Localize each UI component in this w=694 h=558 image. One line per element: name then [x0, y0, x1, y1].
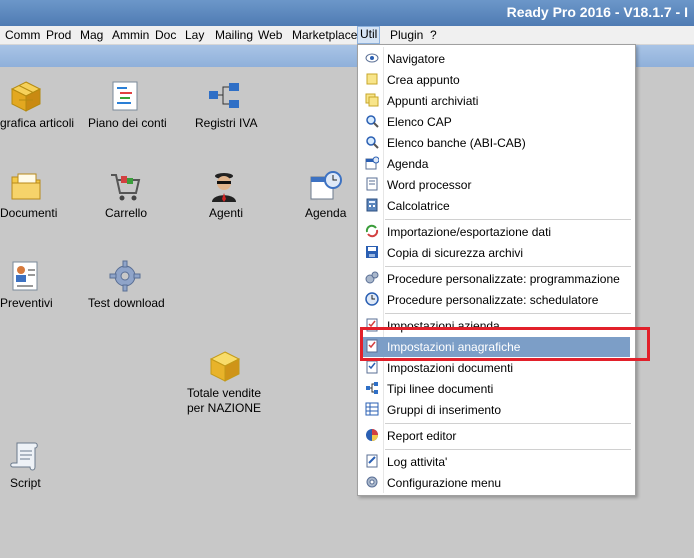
note-icon — [366, 73, 378, 85]
menu-item-agenda[interactable]: Agenda — [358, 154, 635, 174]
checklist-icon — [366, 360, 378, 374]
menu-separator — [385, 313, 631, 314]
shortcut-grafica-articoli[interactable]: grafica articoli — [0, 116, 74, 130]
menu-comm[interactable]: Comm — [3, 27, 42, 43]
menu-item-procedure-programmazione[interactable]: Procedure personalizzate: programmazione — [358, 269, 635, 289]
menu-doc[interactable]: Doc — [153, 27, 178, 43]
shortcut-test-download[interactable]: Test download — [88, 296, 165, 310]
shortcut-documenti[interactable]: Documenti — [0, 206, 57, 220]
menu-separator — [385, 219, 631, 220]
menu-help[interactable]: ? — [428, 27, 439, 43]
scroll-icon[interactable] — [8, 439, 42, 473]
menu-separator — [385, 423, 631, 424]
gear-icon[interactable] — [108, 259, 142, 293]
gear-icon — [366, 476, 378, 488]
menu-item-gruppi-inserimento[interactable]: Gruppi di inserimento — [358, 400, 635, 420]
menu-item-appunti-archiviati[interactable]: Appunti archiviati — [358, 91, 635, 111]
magnifier-icon — [366, 115, 379, 128]
calculator-icon — [366, 198, 378, 212]
menu-item-configurazione-menu[interactable]: Configurazione menu — [358, 473, 635, 493]
menu-item-calcolatrice[interactable]: Calcolatrice — [358, 196, 635, 216]
shortcut-carrello[interactable]: Carrello — [105, 206, 147, 220]
menu-item-copia-sicurezza[interactable]: Copia di sicurezza archivi — [358, 243, 635, 263]
list-icon[interactable] — [108, 79, 142, 113]
shortcut-registri-iva[interactable]: Registri IVA — [195, 116, 257, 130]
cube-icon[interactable] — [9, 79, 43, 113]
menu-plugin[interactable]: Plugin — [388, 27, 425, 43]
notes-icon — [365, 93, 379, 107]
menu-web[interactable]: Web — [256, 27, 284, 43]
menu-item-log-attivita[interactable]: Log attivita' — [358, 452, 635, 472]
menu-separator — [385, 449, 631, 450]
clock-icon — [365, 292, 379, 306]
shortcut-preventivi[interactable]: Preventivi — [0, 296, 53, 310]
menu-ammin[interactable]: Ammin — [110, 27, 151, 43]
highlight-annotation-box — [360, 327, 650, 361]
menu-item-elenco-banche[interactable]: Elenco banche (ABI-CAB) — [358, 133, 635, 153]
magnifier-icon — [366, 136, 379, 149]
shortcut-agenda[interactable]: Agenda — [305, 206, 346, 220]
menu-mailing[interactable]: Mailing — [213, 27, 255, 43]
log-icon — [366, 454, 378, 468]
menu-item-elenco-cap[interactable]: Elenco CAP — [358, 112, 635, 132]
menu-marketplace[interactable]: Marketplace — [290, 27, 359, 43]
calendar-clock-icon[interactable] — [309, 169, 343, 203]
grid-icon — [365, 402, 379, 416]
arrows-icon — [365, 224, 379, 238]
calendar-icon — [365, 156, 379, 170]
shortcut-piano-dei-conti[interactable]: Piano dei conti — [88, 116, 167, 130]
network-icon[interactable] — [207, 79, 241, 113]
menu-separator — [385, 266, 631, 267]
cart-icon[interactable] — [108, 169, 142, 203]
menu-util[interactable]: Util — [357, 26, 381, 44]
menu-bar: Comm Prod Mag Ammin Doc Lay Mailing Web … — [0, 26, 694, 45]
report-icon — [366, 429, 378, 441]
shortcut-agenti[interactable]: Agenti — [209, 206, 243, 220]
menu-prod[interactable]: Prod — [44, 27, 73, 43]
menu-lay[interactable]: Lay — [183, 27, 206, 43]
menu-item-crea-appunto[interactable]: Crea appunto — [358, 70, 635, 90]
shortcut-script[interactable]: Script — [10, 476, 41, 490]
gears-icon — [365, 271, 379, 284]
menu-mag[interactable]: Mag — [78, 27, 105, 43]
menu-item-importazione-esportazione[interactable]: Importazione/esportazione dati — [358, 222, 635, 242]
agent-icon[interactable] — [207, 169, 241, 203]
util-dropdown-menu: Navigatore Crea appunto Appunti archivia… — [357, 44, 636, 496]
eye-icon — [365, 53, 379, 63]
menu-item-tipi-linee-documenti[interactable]: Tipi linee documenti — [358, 379, 635, 399]
menu-item-impostazioni-documenti[interactable]: Impostazioni documenti — [358, 358, 635, 378]
document-person-icon[interactable] — [9, 259, 43, 293]
menu-item-word-processor[interactable]: Word processor — [358, 175, 635, 195]
folder-icon[interactable] — [9, 169, 43, 203]
menu-item-procedure-schedulatore[interactable]: Procedure personalizzate: schedulatore — [358, 290, 635, 310]
menu-item-navigatore[interactable]: Navigatore — [358, 49, 635, 69]
window-title: Ready Pro 2016 - V18.1.7 - I — [506, 4, 688, 20]
cube-icon[interactable] — [208, 349, 242, 383]
title-bar: Ready Pro 2016 - V18.1.7 - I — [0, 0, 694, 26]
page-icon — [366, 177, 378, 191]
shortcut-totale-vendite[interactable]: Totale vendite per NAZIONE — [178, 386, 270, 416]
disk-icon — [366, 246, 378, 258]
menu-item-report-editor[interactable]: Report editor — [358, 426, 635, 446]
network-icon — [366, 382, 378, 394]
